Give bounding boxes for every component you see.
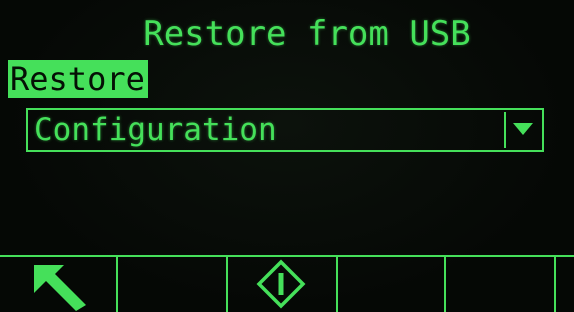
- page-title: Restore from USB: [143, 14, 471, 54]
- softkey-6[interactable]: [556, 257, 574, 312]
- restore-type-dropdown[interactable]: Configuration: [26, 108, 544, 152]
- softkey-5[interactable]: [446, 257, 556, 312]
- section-label-restore: Restore: [8, 60, 148, 98]
- exit-arrow-icon: [34, 265, 86, 311]
- softkey-exit[interactable]: [0, 257, 118, 312]
- softkey-bar: [0, 255, 574, 312]
- softkey-4[interactable]: [338, 257, 446, 312]
- softkey-2[interactable]: [118, 257, 228, 312]
- dropdown-selected-value: Configuration: [34, 112, 277, 148]
- terminal-display: Restore from USB Restore Configuration: [0, 0, 574, 312]
- down-triangle-icon[interactable]: [504, 112, 540, 148]
- softkey-start[interactable]: [228, 257, 338, 312]
- start-diamond-icon: [256, 259, 306, 309]
